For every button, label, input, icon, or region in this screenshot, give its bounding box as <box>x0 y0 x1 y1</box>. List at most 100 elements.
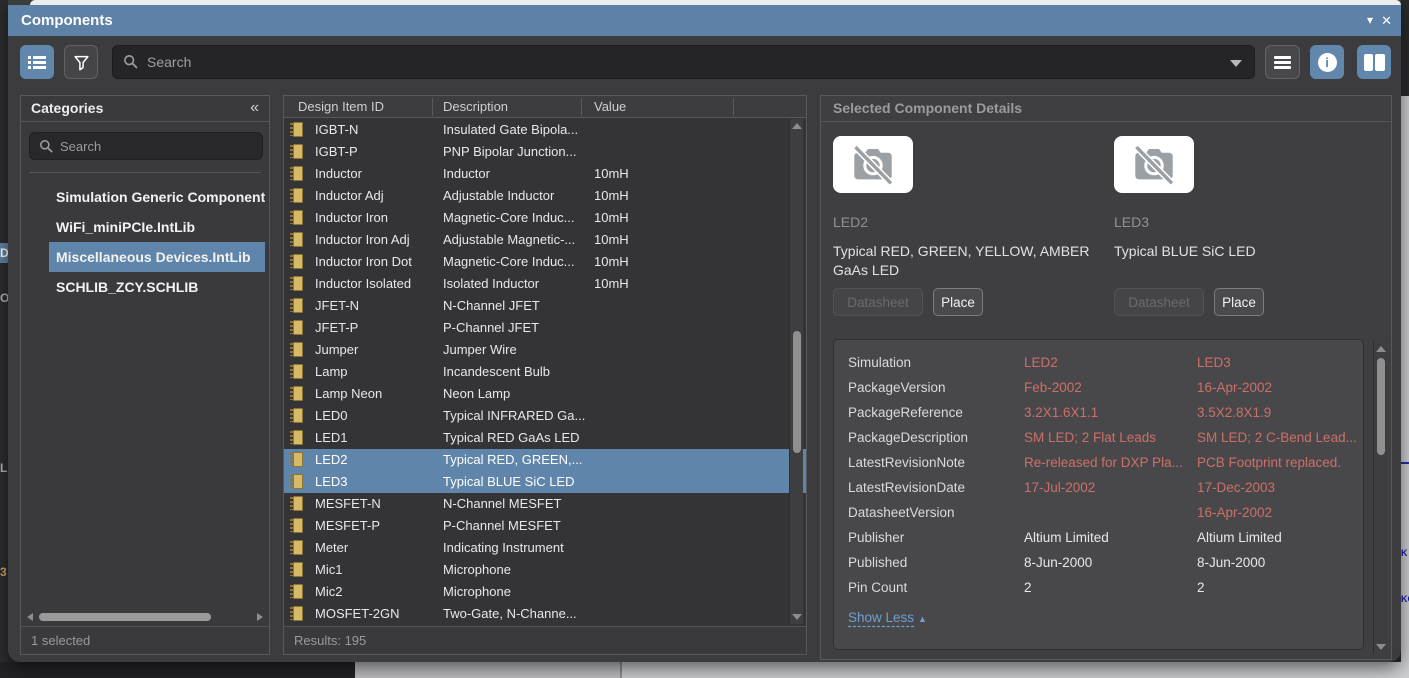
datasheet-button[interactable]: Datasheet <box>1114 288 1204 316</box>
item-description: PNP Bipolar Junction... <box>443 144 577 159</box>
search-history-dropdown-icon[interactable] <box>1230 60 1242 67</box>
show-less-link[interactable]: Show Less ▲ <box>848 610 927 625</box>
panel-menu-dropdown-icon[interactable]: ▾ <box>1367 5 1373 36</box>
table-row[interactable]: Inductor Iron Adj Adjustable Magnetic-...… <box>284 229 806 251</box>
column-header-value[interactable]: Value <box>594 96 626 117</box>
details-panel: Selected Component Details LED2 Typical … <box>820 95 1392 660</box>
property-label: PackageReference <box>848 405 963 420</box>
scroll-up-icon[interactable] <box>1376 346 1386 352</box>
results-vertical-scrollbar[interactable] <box>789 119 803 624</box>
screen: D Oc Li 3 K KO Components ▾ ✕ <box>0 0 1409 678</box>
table-row[interactable]: MESFET-N N-Channel MESFET <box>284 493 806 515</box>
column-header-description[interactable]: Description <box>443 96 508 117</box>
table-row[interactable]: Inductor Isolated Isolated Inductor 10mH <box>284 273 806 295</box>
property-label: PackageDescription <box>848 430 969 445</box>
categories-horizontal-scrollbar[interactable] <box>27 610 263 624</box>
component-icon <box>290 210 304 225</box>
component-icon-body <box>293 144 303 159</box>
item-description: Two-Gate, N-Channe... <box>443 606 577 621</box>
filter-button[interactable] <box>64 45 98 79</box>
table-row[interactable]: Meter Indicating Instrument <box>284 537 806 559</box>
property-row: PackageVersion Feb-2002 16-Apr-2002 <box>834 375 1363 400</box>
collapse-panel-icon[interactable]: « <box>250 96 259 120</box>
details-vertical-scrollbar[interactable] <box>1373 342 1387 654</box>
item-id: Inductor Iron <box>315 210 388 225</box>
item-description: Neon Lamp <box>443 386 511 401</box>
table-row[interactable]: JFET-N N-Channel JFET <box>284 295 806 317</box>
table-row[interactable]: Lamp Incandescent Bulb <box>284 361 806 383</box>
column-separator[interactable] <box>432 98 433 116</box>
item-id: LED1 <box>315 430 348 445</box>
component-name: LED3 <box>1114 214 1150 230</box>
panel-options-button[interactable] <box>1265 45 1300 79</box>
panel-titlebar: Components ▾ ✕ <box>8 5 1401 36</box>
property-row: PackageDescription SM LED; 2 Flat Leads SM… <box>834 425 1363 450</box>
category-item[interactable]: Simulation Generic Component <box>49 182 265 212</box>
table-row[interactable]: Mic1 Microphone <box>284 559 806 581</box>
table-row[interactable]: Inductor Adj Adjustable Inductor 10mH <box>284 185 806 207</box>
results-table-header: Design Item ID Description Value <box>284 96 806 118</box>
table-row[interactable]: MOSFET-2GN Two-Gate, N-Channe... <box>284 603 806 625</box>
column-separator[interactable] <box>733 98 734 116</box>
component-icon <box>290 166 304 181</box>
datasheet-button[interactable]: Datasheet <box>833 288 923 316</box>
table-row[interactable]: LED3 Typical BLUE SiC LED <box>284 471 806 493</box>
scroll-left-icon[interactable] <box>27 613 33 621</box>
table-row[interactable]: Lamp Neon Neon Lamp <box>284 383 806 405</box>
panel-close-icon[interactable]: ✕ <box>1381 5 1392 36</box>
category-item[interactable]: SCHLIB_ZCY.SCHLIB <box>49 272 265 302</box>
table-row[interactable]: JFET-P P-Channel JFET <box>284 317 806 339</box>
details-toggle-button[interactable]: i <box>1310 45 1344 79</box>
place-button[interactable]: Place <box>933 288 983 316</box>
component-icon <box>290 408 304 423</box>
property-label: Pin Count <box>848 580 908 595</box>
list-view-button[interactable] <box>20 45 54 79</box>
panel-title: Components <box>21 12 113 29</box>
categories-header: Categories « <box>21 96 269 122</box>
item-id: Inductor Iron Dot <box>315 254 412 269</box>
item-value: 10mH <box>594 254 629 269</box>
column-header-design-item-id[interactable]: Design Item ID <box>298 96 384 117</box>
categories-search-input[interactable] <box>60 133 256 159</box>
scroll-down-icon[interactable] <box>792 614 802 620</box>
table-row[interactable]: LED0 Typical INFRARED Ga... <box>284 405 806 427</box>
table-row[interactable]: IGBT-P PNP Bipolar Junction... <box>284 141 806 163</box>
component-description: Typical RED, GREEN, YELLOW, AMBER GaAs L… <box>833 243 1090 278</box>
property-label: LatestRevisionNote <box>848 455 966 470</box>
column-separator[interactable] <box>581 98 582 116</box>
item-id: Mic2 <box>315 584 343 599</box>
component-icon <box>290 144 304 159</box>
table-row[interactable]: LED1 Typical RED GaAs LED <box>284 427 806 449</box>
scroll-down-icon[interactable] <box>1376 644 1386 650</box>
background-fragment: KO <box>1401 594 1409 604</box>
scrollbar-thumb[interactable] <box>39 613 211 621</box>
category-item[interactable]: WiFi_miniPCIe.IntLib <box>49 212 265 242</box>
background-wire <box>1401 462 1409 464</box>
component-icon-body <box>293 408 303 423</box>
property-value-led2: Re-released for DXP Pla... <box>1024 455 1183 470</box>
search-icon <box>124 55 138 69</box>
table-row[interactable]: Mic2 Microphone <box>284 581 806 603</box>
table-row[interactable]: MESFET-P P-Channel MESFET <box>284 515 806 537</box>
property-value-led3: Altium Limited <box>1197 530 1282 545</box>
place-button[interactable]: Place <box>1214 288 1264 316</box>
table-row[interactable]: Inductor Iron Dot Magnetic-Core Induc... 1… <box>284 251 806 273</box>
scrollbar-thumb[interactable] <box>1377 358 1385 455</box>
search-input[interactable] <box>147 46 1207 78</box>
category-item[interactable]: Miscellaneous Devices.IntLib <box>49 242 265 272</box>
table-row[interactable]: Inductor Inductor 10mH <box>284 163 806 185</box>
item-id: MESFET-N <box>315 496 381 511</box>
item-description: Magnetic-Core Induc... <box>443 210 575 225</box>
table-row[interactable]: IGBT-N Insulated Gate Bipola... <box>284 119 806 141</box>
scroll-right-icon[interactable] <box>257 613 263 621</box>
table-row[interactable]: LED2 Typical RED, GREEN,... <box>284 449 806 471</box>
property-value-led2: 2 <box>1024 580 1032 595</box>
table-row[interactable]: Jumper Jumper Wire <box>284 339 806 361</box>
split-view-button[interactable] <box>1357 45 1391 79</box>
background-strip-segment <box>620 662 1409 678</box>
scrollbar-thumb[interactable] <box>793 331 801 453</box>
table-row[interactable]: Inductor Iron Magnetic-Core Induc... 10mH <box>284 207 806 229</box>
scroll-up-icon[interactable] <box>792 123 802 129</box>
item-description: Typical INFRARED Ga... <box>443 408 586 423</box>
component-description: Typical BLUE SiC LED <box>1114 243 1256 259</box>
